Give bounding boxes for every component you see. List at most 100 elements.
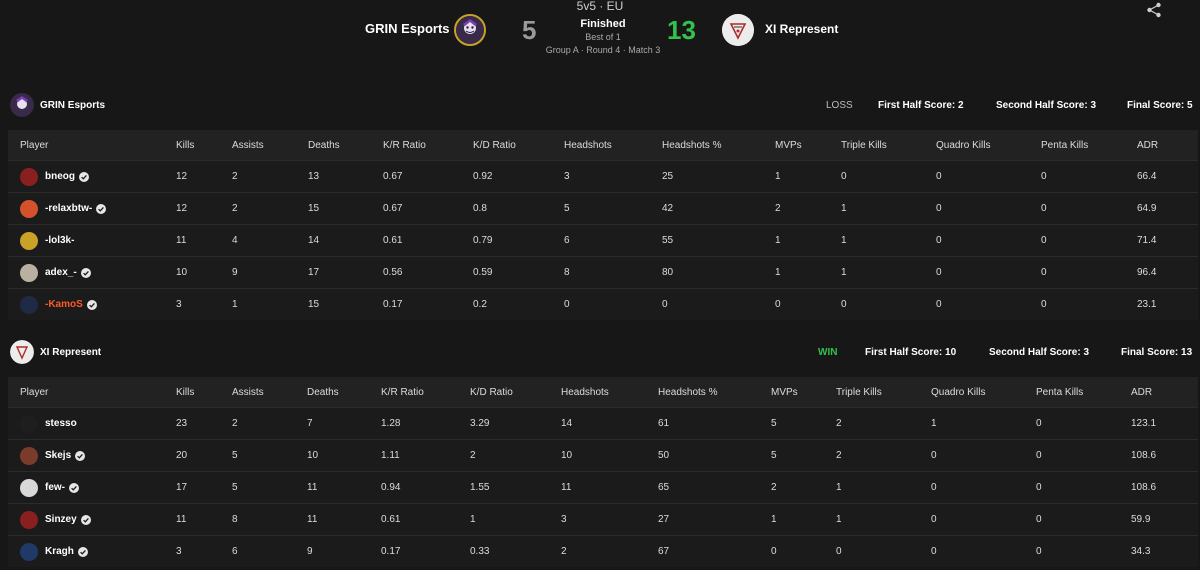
stat-cell: 0 <box>1036 471 1131 504</box>
player-row: -relaxbtw- 12 2 15 0.67 0.8 5 42 2 1 0 0 64.9 <box>8 192 1198 225</box>
stat-cell: 13 <box>308 160 383 193</box>
share-icon[interactable] <box>1146 2 1162 18</box>
player-rows: stesso 23 2 7 1.28 3.29 14 61 5 2 1 0 123.1 Skejs 20 5 1… <box>8 407 1198 567</box>
column-header[interactable]: Kills <box>176 377 232 408</box>
stat-cell: 0.17 <box>381 535 470 567</box>
player-name[interactable]: Kragh <box>45 546 74 557</box>
stat-cell: 2 <box>771 471 836 504</box>
stat-cell: 0 <box>931 471 1036 504</box>
player-row: Sinzey 11 8 11 0.61 1 3 27 1 1 0 0 59.9 <box>8 503 1198 536</box>
column-header[interactable]: Deaths <box>307 377 381 408</box>
column-header[interactable]: K/D Ratio <box>470 377 561 408</box>
player-name[interactable]: Sinzey <box>45 514 77 525</box>
stat-cell: 23 <box>176 407 232 440</box>
stat-cell: 20 <box>176 439 232 472</box>
stat-cell: 0 <box>1036 503 1131 536</box>
column-header[interactable]: Deaths <box>308 130 383 161</box>
player-rows: bneog 12 2 13 0.67 0.92 3 25 1 0 0 0 66.4 -relaxbtw- 1… <box>8 160 1198 320</box>
stat-cell: 0 <box>931 535 1036 567</box>
column-header[interactable]: Headshots <box>564 130 662 161</box>
stat-cell: 1 <box>841 256 936 289</box>
stat-cell: 0.67 <box>383 192 473 225</box>
stat-cell: 0 <box>1041 192 1137 225</box>
grin-esports-logo-icon <box>10 93 34 117</box>
stat-cell: 0 <box>1036 535 1131 567</box>
stat-cell: 0 <box>936 224 1041 257</box>
player-name[interactable]: -KamoS <box>45 299 83 310</box>
player-avatar[interactable] <box>20 199 38 218</box>
column-header[interactable]: MVPs <box>775 130 841 161</box>
stat-cell: 5 <box>771 439 836 472</box>
player-name[interactable]: stesso <box>45 418 77 429</box>
stat-cell: 5 <box>564 192 662 225</box>
player-avatar[interactable] <box>20 446 38 465</box>
column-header[interactable]: Penta Kills <box>1041 130 1137 161</box>
match-best-of: Best of 1 <box>585 32 621 42</box>
column-header[interactable]: Assists <box>232 130 308 161</box>
stat-cell: 123.1 <box>1131 407 1198 440</box>
stat-cell: 7 <box>307 407 381 440</box>
column-header[interactable]: K/R Ratio <box>383 130 473 161</box>
player-name[interactable]: -relaxbtw- <box>45 203 92 214</box>
stat-cell: 2 <box>836 407 931 440</box>
player-row: -KamoS 3 1 15 0.17 0.2 0 0 0 0 0 0 23.1 <box>8 288 1198 320</box>
column-header[interactable]: Quadro Kills <box>936 130 1041 161</box>
player-avatar[interactable] <box>20 231 38 250</box>
stat-cell: 1 <box>836 471 931 504</box>
column-header[interactable]: Headshots % <box>662 130 775 161</box>
player-avatar[interactable] <box>20 414 38 433</box>
stat-cell: 17 <box>176 471 232 504</box>
match-stage: Group A · Round 4 · Match 3 <box>545 45 661 55</box>
stat-cell: 0.61 <box>381 503 470 536</box>
player-avatar[interactable] <box>20 542 38 561</box>
column-header[interactable]: Penta Kills <box>1036 377 1131 408</box>
column-header[interactable]: MVPs <box>771 377 836 408</box>
player-name[interactable]: Skejs <box>45 450 71 461</box>
column-header[interactable]: Headshots <box>561 377 658 408</box>
stat-cell: 59.9 <box>1131 503 1198 536</box>
player-avatar[interactable] <box>20 167 38 186</box>
stat-cell: 12 <box>176 160 232 193</box>
stat-cell: 23.1 <box>1137 288 1198 320</box>
player-avatar[interactable] <box>20 510 38 529</box>
column-header[interactable]: Player <box>8 377 176 408</box>
column-header[interactable]: Headshots % <box>658 377 771 408</box>
verified-badge-icon <box>79 171 89 182</box>
column-header[interactable]: Player <box>8 130 176 161</box>
column-header[interactable]: ADR <box>1137 130 1198 161</box>
stat-cell: 1 <box>931 407 1036 440</box>
stat-cell: 0.92 <box>473 160 564 193</box>
column-header[interactable]: Assists <box>232 377 307 408</box>
player-name[interactable]: few- <box>45 482 65 493</box>
team-right-name[interactable]: XI Represent <box>765 22 838 36</box>
stat-cell: 64.9 <box>1137 192 1198 225</box>
column-header[interactable]: Kills <box>176 130 232 161</box>
stat-cell: 9 <box>232 256 308 289</box>
stat-cell: 0 <box>1041 224 1137 257</box>
column-header[interactable]: K/R Ratio <box>381 377 470 408</box>
stat-cell: 14 <box>308 224 383 257</box>
stat-cell: 2 <box>561 535 658 567</box>
column-header[interactable]: ADR <box>1131 377 1198 408</box>
stat-cell: 0 <box>841 288 936 320</box>
player-name[interactable]: -lol3k- <box>45 235 74 246</box>
stat-cell: 1 <box>836 503 931 536</box>
team-section-grin: GRIN Esports LOSS First Half Score: 2 Se… <box>8 91 1198 320</box>
verified-badge-icon <box>80 267 91 278</box>
player-avatar[interactable] <box>20 478 38 497</box>
player-name[interactable]: bneog <box>45 171 75 182</box>
player-name[interactable]: adex_- <box>45 267 77 278</box>
column-header[interactable]: Quadro Kills <box>931 377 1036 408</box>
column-header[interactable]: Triple Kills <box>836 377 931 408</box>
column-header[interactable]: Triple Kills <box>841 130 936 161</box>
stat-cell: 12 <box>176 192 232 225</box>
stat-cell: 0 <box>771 535 836 567</box>
xi-represent-logo-icon[interactable] <box>722 14 754 46</box>
stat-cell: 6 <box>564 224 662 257</box>
first-half-score: First Half Score: 10 <box>865 347 957 358</box>
column-header[interactable]: K/D Ratio <box>473 130 564 161</box>
player-stats-table: Player Kills Assists Deaths K/R Ratio K/… <box>8 130 1198 320</box>
player-avatar[interactable] <box>20 263 38 282</box>
player-avatar[interactable] <box>20 295 38 314</box>
stat-cell: 5 <box>232 471 307 504</box>
